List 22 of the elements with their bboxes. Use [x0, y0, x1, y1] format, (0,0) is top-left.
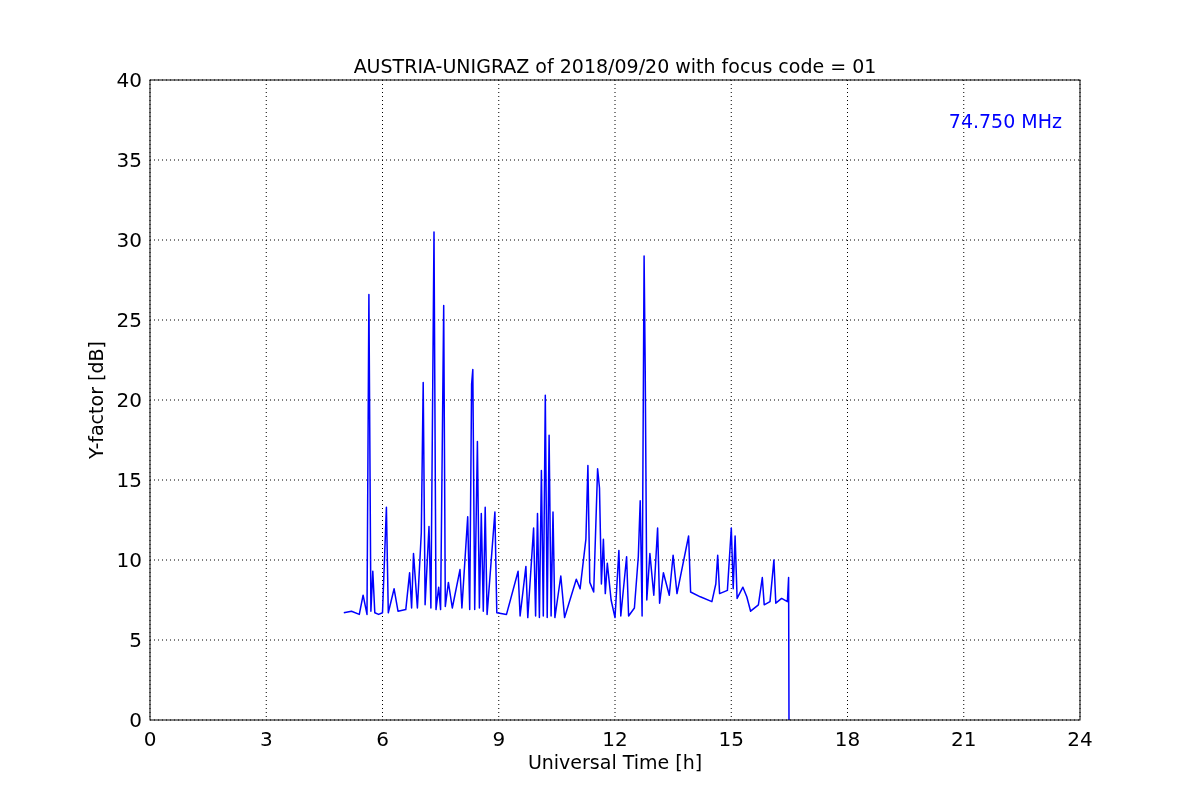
y-tick-label: 40	[116, 68, 142, 92]
x-tick-label: 3	[259, 727, 273, 751]
y-tick-label: 15	[116, 468, 142, 492]
x-tick-label: 21	[951, 727, 977, 751]
y-axis-label: Y-factor [dB]	[85, 341, 107, 459]
y-tick-label: 10	[116, 548, 142, 572]
chart-title: AUSTRIA-UNIGRAZ of 2018/09/20 with focus code = 01	[353, 55, 877, 77]
x-tick-label: 24	[1067, 727, 1093, 751]
x-tick-label: 15	[718, 727, 744, 751]
y-tick-label: 25	[116, 308, 142, 332]
y-tick-label: 30	[116, 228, 142, 252]
x-tick-label: 6	[376, 727, 389, 751]
y-tick-label: 0	[129, 708, 142, 732]
y-tick-label: 5	[129, 628, 142, 652]
x-tick-label: 0	[143, 727, 157, 751]
x-axis-label: Universal Time [h]	[527, 751, 703, 773]
frequency-label: 74.750 MHz	[948, 110, 1062, 132]
x-tick-label: 9	[492, 727, 506, 751]
y-tick-label: 20	[116, 388, 142, 412]
y-tick-label: 35	[116, 148, 142, 172]
x-tick-label: 12	[602, 727, 628, 751]
x-tick-label: 18	[834, 727, 861, 751]
